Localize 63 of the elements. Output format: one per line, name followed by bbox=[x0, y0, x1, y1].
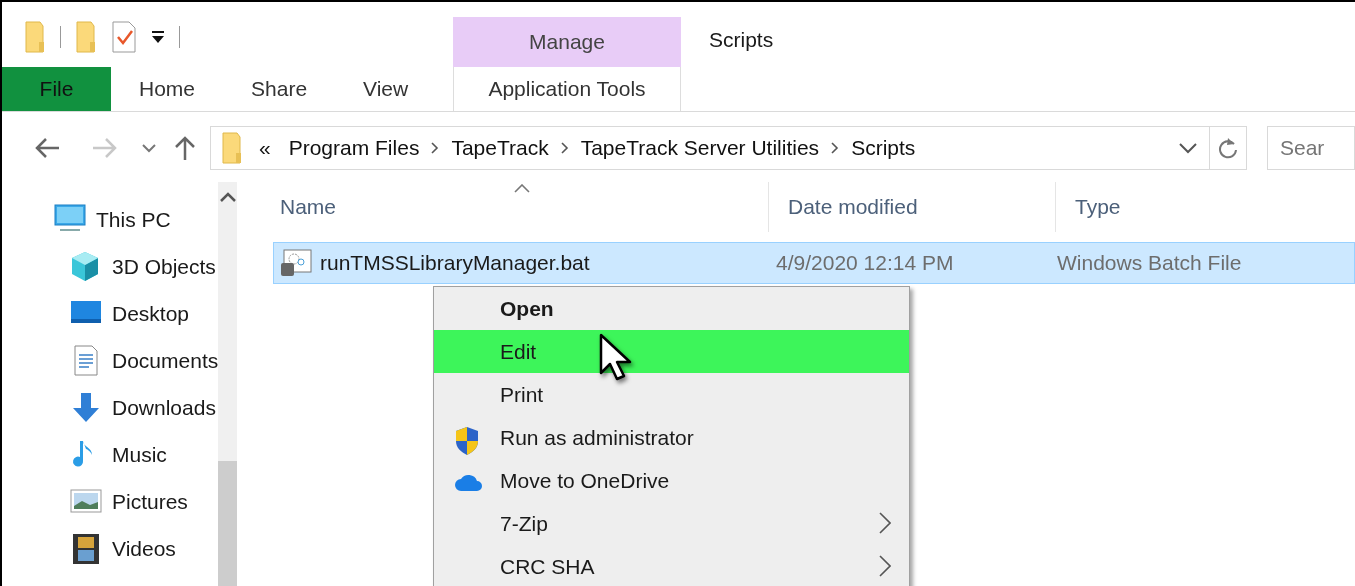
nav-label: Desktop bbox=[112, 300, 190, 327]
nav-label: Documents bbox=[112, 347, 219, 374]
up-icon[interactable] bbox=[174, 135, 196, 161]
ribbon-tab[interactable]: Application Tools bbox=[453, 67, 681, 111]
breadcrumb[interactable]: Scripts bbox=[839, 132, 928, 164]
breadcrumb[interactable]: TapeTrack bbox=[439, 132, 561, 164]
nav-item[interactable]: This PC bbox=[2, 196, 219, 243]
file-name: runTMSSLibraryManager.bat bbox=[320, 250, 591, 277]
menu-item[interactable]: CRC SHA bbox=[434, 545, 909, 586]
nav-item[interactable]: Desktop bbox=[2, 290, 219, 337]
ribbon-group-label: Manage bbox=[453, 17, 681, 67]
batch-file-icon bbox=[280, 249, 312, 277]
menu-item[interactable]: 7-Zip bbox=[434, 502, 909, 545]
menu-item[interactable]: Move to OneDrive bbox=[434, 459, 909, 502]
nav-item[interactable]: Downloads bbox=[2, 384, 219, 431]
nav-label: Pictures bbox=[112, 488, 188, 515]
nav-item[interactable]: Documents bbox=[2, 337, 219, 384]
ribbon-tab[interactable]: Home bbox=[111, 67, 224, 111]
scrollbar-thumb[interactable] bbox=[218, 461, 237, 586]
nav-item[interactable]: Pictures bbox=[2, 478, 219, 525]
file-tab[interactable]: File bbox=[2, 67, 111, 111]
menu-item[interactable]: Open bbox=[434, 287, 909, 330]
chevron-right-icon bbox=[431, 142, 440, 154]
overflow-chevron[interactable]: « bbox=[253, 132, 277, 164]
refresh-icon[interactable] bbox=[1218, 137, 1238, 159]
menu-item[interactable]: Run as administrator bbox=[434, 416, 909, 459]
file-row[interactable]: runTMSSLibraryManager.bat 4/9/2020 12:14 PM Windows Batch File bbox=[273, 242, 1355, 284]
ribbon-tab[interactable]: Share bbox=[223, 67, 336, 111]
nav-item[interactable]: Music bbox=[2, 431, 219, 478]
address-bar[interactable]: « Program Files TapeTrack TapeTrack Server Utilities Scripts bbox=[210, 126, 1210, 170]
film-icon bbox=[70, 532, 102, 565]
scrollbar[interactable] bbox=[218, 182, 237, 586]
column-header[interactable]: Date modified bbox=[788, 191, 918, 223]
ribbon-tab[interactable]: View bbox=[335, 67, 437, 111]
scroll-up-icon[interactable] bbox=[219, 192, 236, 202]
nav-label: Downloads bbox=[112, 394, 216, 421]
window-title: Scripts bbox=[708, 27, 775, 53]
down-arrow-icon bbox=[70, 391, 102, 424]
nav-label: 3D Objects bbox=[112, 253, 216, 280]
folder-icon bbox=[221, 131, 243, 165]
nav-label: Music bbox=[112, 441, 167, 468]
chevron-down-icon[interactable] bbox=[142, 143, 156, 153]
column-header[interactable]: Type bbox=[1075, 191, 1121, 223]
search-field[interactable]: Sear bbox=[1267, 126, 1355, 170]
nav-item[interactable]: Videos bbox=[2, 525, 219, 572]
breadcrumb[interactable]: Program Files bbox=[276, 132, 432, 164]
dropdown-icon[interactable] bbox=[151, 29, 165, 44]
nav-label: Videos bbox=[112, 535, 176, 562]
menu-item[interactable]: Edit bbox=[434, 330, 909, 373]
checklist-icon[interactable] bbox=[111, 20, 137, 53]
chevron-right-icon bbox=[831, 142, 840, 154]
sort-caret-icon bbox=[514, 184, 530, 193]
file-type: Windows Batch File bbox=[1057, 250, 1242, 277]
nav-item[interactable]: 3D Objects bbox=[2, 243, 219, 290]
column-header[interactable]: Name bbox=[280, 191, 337, 223]
file-date: 4/9/2020 12:14 PM bbox=[776, 250, 955, 277]
breadcrumb[interactable]: TapeTrack Server Utilities bbox=[568, 132, 832, 164]
menu-item[interactable]: Print bbox=[434, 373, 909, 416]
shield-icon bbox=[454, 426, 480, 456]
back-icon[interactable] bbox=[34, 137, 60, 159]
chevron-right-icon bbox=[560, 142, 569, 154]
nav-label: This PC bbox=[96, 206, 171, 233]
chevron-down-icon[interactable] bbox=[1179, 142, 1197, 154]
